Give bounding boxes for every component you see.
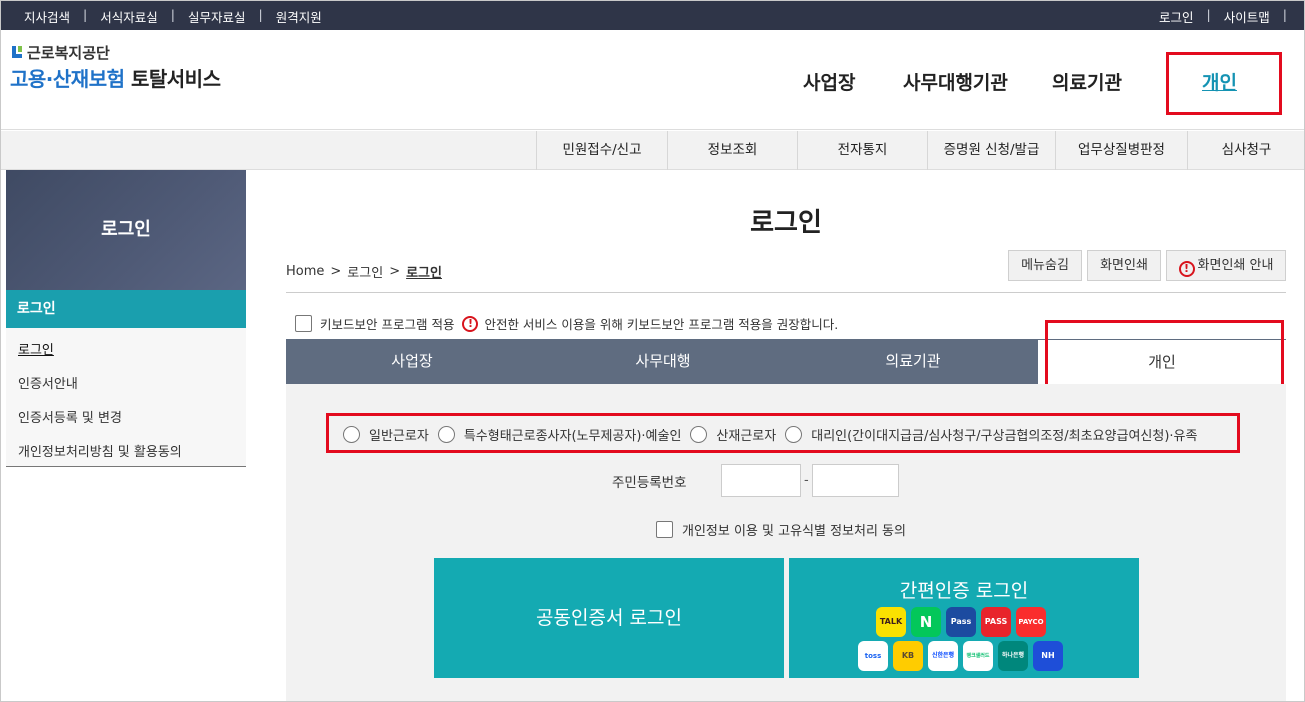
- org-name: 근로복지공단: [27, 44, 110, 62]
- utility-links-right: 로그인 | 사이트맵 |: [1159, 7, 1287, 26]
- separator: |: [1206, 7, 1211, 22]
- divider: [286, 292, 1286, 293]
- breadcrumb-sep: >: [330, 264, 342, 279]
- service-title-blue: 고용·산재보험: [10, 67, 125, 91]
- subnav-civil-petition[interactable]: 민원접수/신고: [536, 131, 667, 170]
- remote-support-link[interactable]: 원격지원: [276, 7, 322, 26]
- subnav-info-lookup[interactable]: 정보조회: [667, 131, 797, 170]
- simple-auth-login-button[interactable]: 간편인증 로그인 TALK N Pass PASS PAYCO toss KB …: [789, 558, 1139, 678]
- keyboard-security-label: 키보드보안 프로그램 적용: [320, 317, 455, 332]
- alert-icon: !: [1178, 261, 1195, 277]
- user-type-radio-group: 일반근로자 특수형태근로종사자(노무제공자)·예술인 산재근로자 대리인(간이대…: [343, 425, 1197, 444]
- login-link[interactable]: 로그인: [1159, 7, 1194, 26]
- privacy-agree-row: 개인정보 이용 및 고유식별 정보처리 동의: [656, 520, 906, 539]
- tab-medical[interactable]: 의료기관: [788, 339, 1038, 384]
- gnb-agency[interactable]: 사무대행기관: [903, 68, 1008, 95]
- privacy-agree-label: 개인정보 이용 및 고유식별 정보처리 동의: [682, 524, 906, 539]
- sitemap-link[interactable]: 사이트맵: [1224, 7, 1270, 26]
- payco-icon: PAYCO: [1016, 607, 1046, 637]
- sidebar-active-section[interactable]: 로그인: [6, 290, 246, 328]
- sub-navigation: 민원접수/신고 정보조회 전자통지 증명원 신청/발급 업무상질병판정 심사청구: [0, 131, 1305, 170]
- radio-label-injured-worker: 산재근로자: [716, 429, 777, 444]
- kb-icon: KB: [893, 641, 923, 671]
- banksalad-icon: 뱅크샐러드: [963, 641, 993, 671]
- rrn-dash: -: [804, 473, 809, 488]
- tab-agency[interactable]: 사무대행: [538, 339, 788, 384]
- service-title-dark: 토탈서비스: [130, 67, 221, 91]
- hana-icon: 하나은행: [998, 641, 1028, 671]
- samsung-pass-icon: Pass: [946, 607, 976, 637]
- sidebar-title: 로그인: [6, 170, 246, 290]
- practice-library-link[interactable]: 실무자료실: [188, 7, 246, 26]
- joint-cert-login-button[interactable]: 공동인증서 로그인: [434, 558, 784, 678]
- toss-icon: toss: [858, 641, 888, 671]
- simple-auth-title: 간편인증 로그인: [899, 580, 1029, 602]
- breadcrumb: Home > 로그인 > 로그인: [286, 262, 442, 281]
- breadcrumb-home[interactable]: Home: [286, 264, 324, 279]
- rrn-front-input[interactable]: [721, 464, 801, 497]
- service-title[interactable]: 고용·산재보험 토탈서비스: [10, 63, 221, 92]
- gnb-workplace[interactable]: 사업장: [803, 68, 855, 95]
- kakaotalk-icon: TALK: [876, 607, 906, 637]
- highlight-box-gnb: [1166, 52, 1282, 115]
- print-guide-button[interactable]: ! 화면인쇄 안내: [1166, 250, 1286, 281]
- radio-injured-worker[interactable]: [690, 426, 708, 443]
- org-logo[interactable]: 근로복지공단: [10, 42, 110, 63]
- breadcrumb-level1[interactable]: 로그인: [347, 262, 383, 281]
- subnav-certificate[interactable]: 증명원 신청/발급: [927, 131, 1055, 170]
- site-header: 근로복지공단 고용·산재보험 토탈서비스 사업장 사무대행기관 의료기관 개인: [0, 30, 1305, 130]
- breadcrumb-sep: >: [389, 264, 401, 279]
- radio-special-worker[interactable]: [437, 426, 455, 443]
- sidebar-item-cert-guide[interactable]: 인증서안내: [18, 373, 78, 392]
- sidebar-item-login[interactable]: 로그인: [18, 339, 54, 358]
- separator: |: [170, 7, 175, 22]
- tab-workplace[interactable]: 사업장: [286, 339, 538, 384]
- sidebar-item-cert-register[interactable]: 인증서등록 및 변경: [18, 407, 122, 426]
- hide-menu-button[interactable]: 메뉴숨김: [1008, 250, 1082, 281]
- keyboard-security-notice: 안전한 서비스 이용을 위해 키보드보안 프로그램 적용을 권장합니다.: [484, 317, 839, 332]
- radio-agent[interactable]: [785, 426, 803, 443]
- radio-label-special-worker: 특수형태근로종사자(노무제공자)·예술인: [463, 429, 682, 444]
- utility-links-left: 지사검색 | 서식자료실 | 실무자료실 | 원격지원: [24, 7, 322, 26]
- radio-label-general-worker: 일반근로자: [369, 429, 429, 444]
- branch-search-link[interactable]: 지사검색: [24, 7, 70, 26]
- rrn-label: 주민등록번호: [612, 475, 687, 491]
- separator: |: [258, 7, 263, 22]
- shinhan-icon: 신한은행: [928, 641, 958, 671]
- breadcrumb-current: 로그인: [406, 266, 442, 281]
- rrn-back-input[interactable]: [812, 464, 899, 497]
- pass-icon: PASS: [981, 607, 1011, 637]
- separator: |: [1282, 7, 1287, 22]
- page-title: 로그인: [750, 208, 822, 238]
- sidebar-item-privacy[interactable]: 개인정보처리방침 및 활용동의: [18, 441, 182, 460]
- print-button[interactable]: 화면인쇄: [1087, 250, 1161, 281]
- keyboard-security-checkbox[interactable]: [295, 315, 312, 332]
- print-guide-label: 화면인쇄 안내: [1197, 258, 1274, 273]
- subnav-e-notice[interactable]: 전자통지: [797, 131, 927, 170]
- privacy-agree-checkbox[interactable]: [656, 521, 673, 538]
- radio-label-agent: 대리인(간이대지급금/심사청구/구상금협의조정/최초요양급여신청)·유족: [811, 429, 1198, 444]
- top-utility-bar: 지사검색 | 서식자료실 | 실무자료실 | 원격지원 로그인 | 사이트맵 |: [0, 0, 1305, 30]
- gnb-medical[interactable]: 의료기관: [1052, 68, 1122, 95]
- sidebar-menu: 로그인 인증서안내 인증서등록 및 변경 개인정보처리방침 및 활용동의: [6, 328, 246, 467]
- keyboard-security-row: 키보드보안 프로그램 적용 ! 안전한 서비스 이용을 위해 키보드보안 프로그…: [295, 314, 838, 333]
- subnav-appeal[interactable]: 심사청구: [1187, 131, 1305, 170]
- radio-general-worker[interactable]: [343, 426, 360, 443]
- separator: |: [83, 7, 88, 22]
- nh-icon: NH: [1033, 641, 1063, 671]
- subnav-disease-judgment[interactable]: 업무상질병판정: [1055, 131, 1187, 170]
- alert-icon: !: [462, 315, 479, 332]
- naver-icon: N: [911, 607, 941, 637]
- forms-library-link[interactable]: 서식자료실: [100, 7, 158, 26]
- logo-mark-icon: [10, 45, 24, 60]
